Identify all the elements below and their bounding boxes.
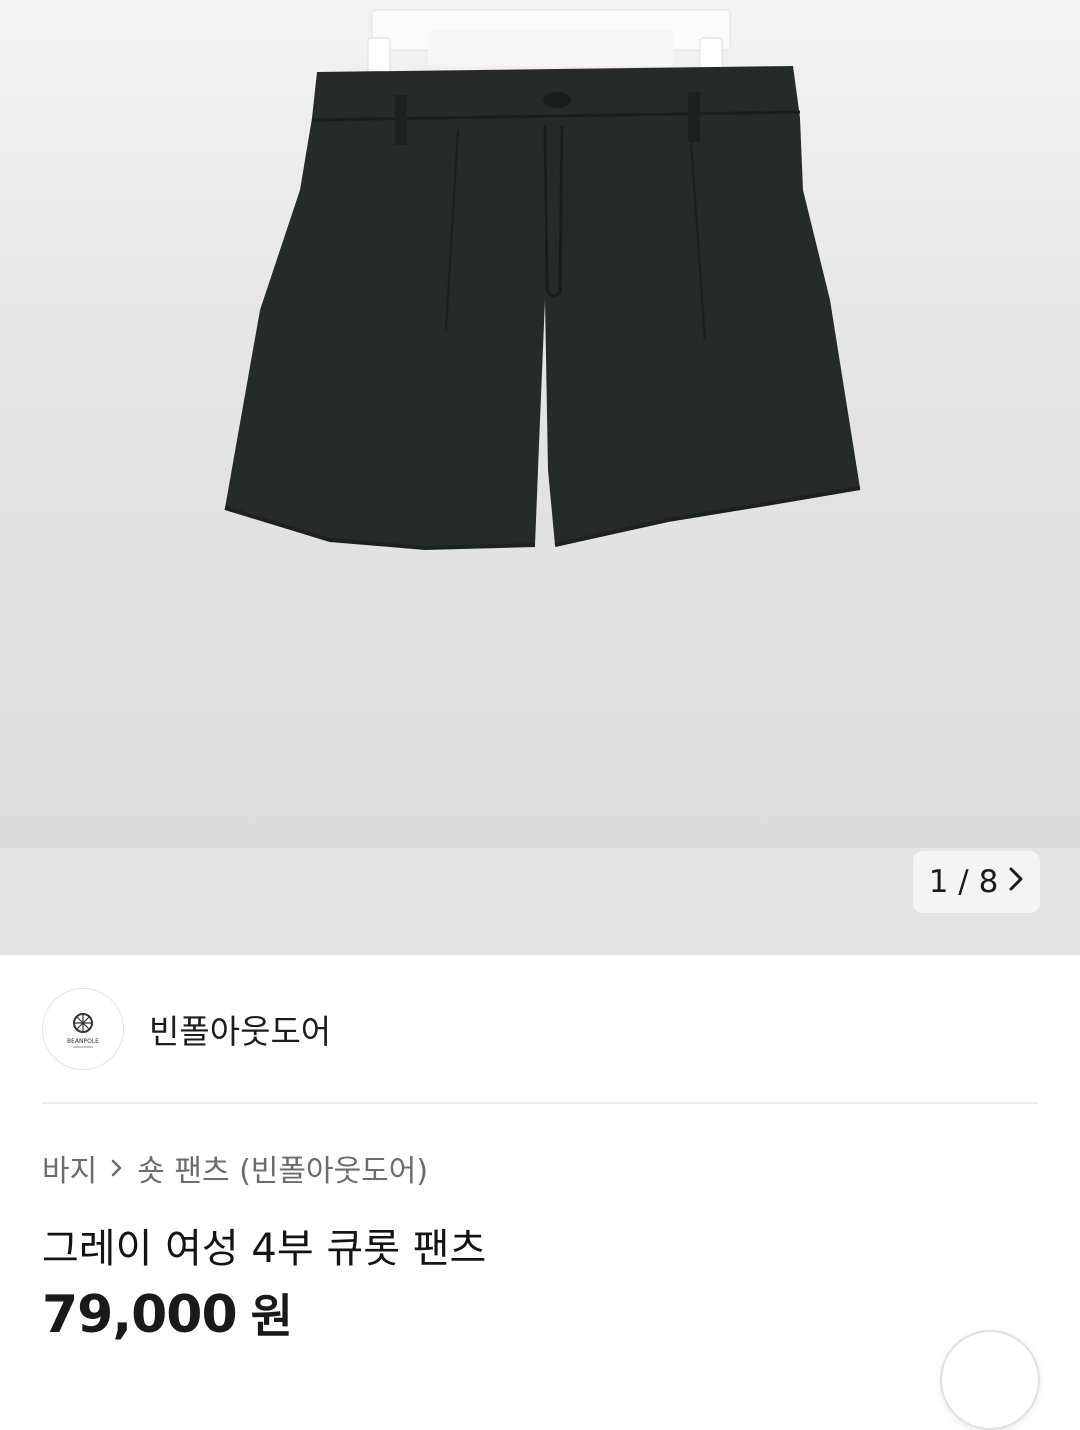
product-price: 79,000 원 <box>42 1280 293 1346</box>
price-amount: 79,000 <box>42 1285 238 1345</box>
shorts-illustration <box>224 9 861 551</box>
seller-name[interactable]: 빈폴아웃도어 <box>149 1005 331 1053</box>
price-currency: 원 <box>250 1289 293 1343</box>
floating-action-button[interactable] <box>940 1330 1040 1430</box>
image-counter-text: 1 / 8 <box>928 864 999 900</box>
shorts-body <box>225 66 860 548</box>
breadcrumb-category[interactable]: 바지 <box>42 1146 97 1190</box>
product-photo[interactable] <box>0 0 1080 848</box>
beanpole-logo-icon: BEANPOLE <box>67 1013 99 1048</box>
svg-text:BEANPOLE: BEANPOLE <box>67 1038 99 1045</box>
product-image-gallery[interactable]: 1 / 8 <box>0 0 1080 955</box>
chevron-right-icon[interactable] <box>1008 864 1024 900</box>
seller-avatar[interactable]: BEANPOLE <box>42 988 124 1070</box>
chevron-right-icon <box>111 1158 123 1178</box>
image-page-counter[interactable]: 1 / 8 <box>913 851 1040 913</box>
product-title: 그레이 여성 4부 큐롯 팬츠 <box>42 1226 487 1272</box>
breadcrumb-subcategory[interactable]: 숏 팬츠 (빈폴아웃도어) <box>137 1146 428 1190</box>
section-divider <box>42 1102 1038 1104</box>
breadcrumb: 바지 숏 팬츠 (빈폴아웃도어) <box>42 1146 428 1190</box>
seller-row[interactable]: BEANPOLE 빈폴아웃도어 <box>42 987 1038 1071</box>
